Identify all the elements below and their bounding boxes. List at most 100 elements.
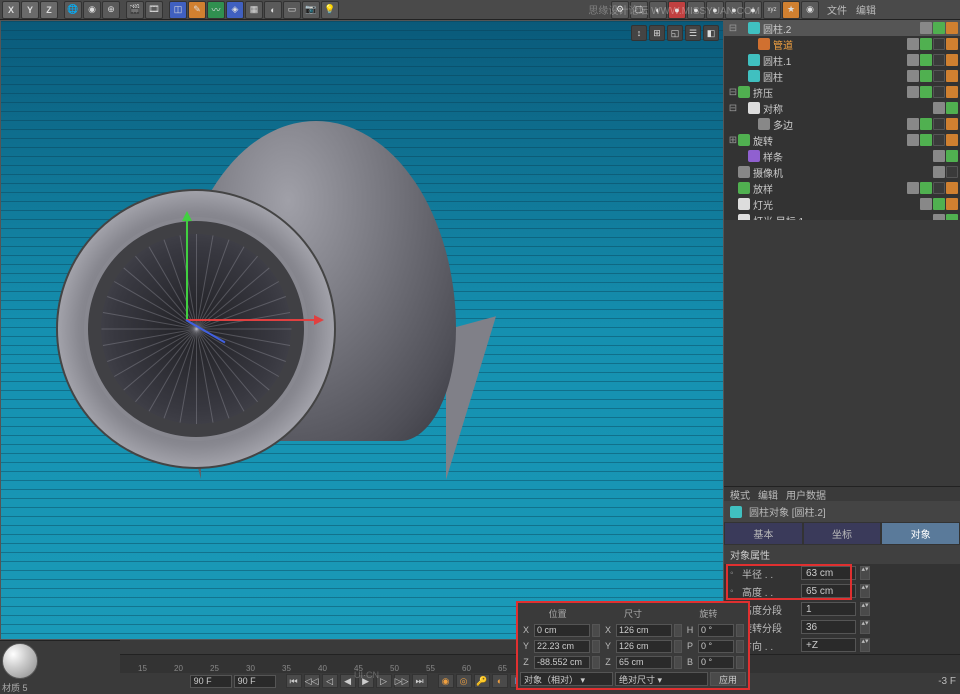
axis-x-button[interactable]: X: [2, 1, 20, 19]
spinner-icon[interactable]: ▴▾: [860, 584, 870, 598]
attr-value-input[interactable]: [801, 620, 856, 634]
obj-row-3[interactable]: 圆柱: [724, 68, 960, 84]
tag-icon[interactable]: [933, 70, 945, 82]
tag-icon[interactable]: [920, 86, 932, 98]
axis-y-button[interactable]: Y: [21, 1, 39, 19]
attr-value-input[interactable]: [801, 602, 856, 616]
coord-rot-input[interactable]: [698, 624, 734, 637]
obj-name[interactable]: 样条: [763, 149, 933, 164]
attr-mode-menu[interactable]: 模式: [730, 487, 750, 502]
obj-row-6[interactable]: 多边: [724, 116, 960, 132]
coord-rot-input[interactable]: [698, 656, 734, 669]
coord-pos-input[interactable]: [534, 624, 590, 637]
tl-rec1-icon[interactable]: ◉: [438, 674, 454, 688]
attr-value-input[interactable]: [801, 584, 856, 598]
tag-icon[interactable]: [946, 38, 958, 50]
attr-edit-menu[interactable]: 编辑: [758, 487, 778, 502]
tag-icon[interactable]: [920, 38, 932, 50]
coord-rot-input[interactable]: [698, 640, 734, 653]
tag-icon[interactable]: [946, 134, 958, 146]
expand-icon[interactable]: ⊞: [728, 135, 738, 146]
spinner-icon[interactable]: [592, 656, 600, 669]
magnet-icon[interactable]: ★: [782, 1, 800, 19]
ground-icon[interactable]: ▭: [283, 1, 301, 19]
vp-rotate-icon[interactable]: ◱: [667, 25, 683, 41]
coord-mode-select[interactable]: 对象（相对） ▾: [520, 672, 613, 686]
tag-icon[interactable]: [946, 150, 958, 162]
spinner-icon[interactable]: [736, 656, 744, 669]
tag-icon[interactable]: [920, 54, 932, 66]
deformer-icon[interactable]: ◐: [264, 1, 282, 19]
tag-icon[interactable]: [920, 70, 932, 82]
obj-name[interactable]: 灯光.目标.1: [753, 213, 933, 221]
vp-zoom-icon[interactable]: ⊞: [649, 25, 665, 41]
camera-icon[interactable]: 📷: [302, 1, 320, 19]
tag-icon[interactable]: [920, 22, 932, 34]
tl-auto-icon[interactable]: ◐: [492, 674, 508, 688]
tag-icon[interactable]: [933, 166, 945, 178]
tag-icon[interactable]: [907, 70, 919, 82]
file-menu[interactable]: 文件: [827, 2, 847, 17]
obj-name[interactable]: 旋转: [753, 133, 907, 148]
attr-value-input[interactable]: [801, 638, 856, 652]
obj-row-5[interactable]: ⊟对称: [724, 100, 960, 116]
axis-z-button[interactable]: Z: [40, 1, 58, 19]
coord-size-select[interactable]: 绝对尺寸 ▾: [615, 672, 708, 686]
tag-icon[interactable]: [946, 182, 958, 194]
expand-icon[interactable]: ⊟: [728, 23, 738, 34]
sphere-icon[interactable]: ◉: [83, 1, 101, 19]
spinner-icon[interactable]: [736, 640, 744, 653]
spinner-icon[interactable]: [592, 640, 600, 653]
coord-pos-input[interactable]: [534, 656, 590, 669]
tag-icon[interactable]: [946, 198, 958, 210]
tag-icon[interactable]: [933, 102, 945, 114]
tag-icon[interactable]: [920, 182, 932, 194]
tag-icon[interactable]: [933, 198, 945, 210]
obj-name[interactable]: 挤压: [753, 85, 907, 100]
globe-icon[interactable]: 🌐: [64, 1, 82, 19]
spinner-icon[interactable]: [674, 640, 682, 653]
spline-icon[interactable]: 〰: [207, 1, 225, 19]
obj-row-0[interactable]: ⊟圆柱.2: [724, 20, 960, 36]
obj-row-4[interactable]: ⊟ 挤压: [724, 84, 960, 100]
target-icon[interactable]: ⊕: [102, 1, 120, 19]
material-preview[interactable]: [2, 643, 38, 679]
obj-row-9[interactable]: 摄像机: [724, 164, 960, 180]
tag-icon[interactable]: [946, 166, 958, 178]
brush-icon[interactable]: ✎: [188, 1, 206, 19]
vp-pan-icon[interactable]: ↕: [631, 25, 647, 41]
tag-icon[interactable]: [946, 102, 958, 114]
obj-row-2[interactable]: 圆柱.1: [724, 52, 960, 68]
obj-name[interactable]: 圆柱.1: [763, 53, 907, 68]
tag-icon[interactable]: [933, 22, 945, 34]
film-icon[interactable]: 🎞: [145, 1, 163, 19]
tag-icon[interactable]: [933, 118, 945, 130]
tl-first-icon[interactable]: ⏮: [286, 674, 302, 688]
tag-icon[interactable]: [933, 150, 945, 162]
clapper-icon[interactable]: 🎬: [126, 1, 144, 19]
tag-icon[interactable]: [907, 86, 919, 98]
tl-key-icon[interactable]: 🔑: [474, 674, 490, 688]
obj-row-12[interactable]: 灯光.目标.1: [724, 212, 960, 220]
coord-size-input[interactable]: [616, 624, 672, 637]
spinner-icon[interactable]: [674, 656, 682, 669]
tag-icon[interactable]: [907, 182, 919, 194]
spinner-icon[interactable]: ▴▾: [860, 638, 870, 652]
object-manager[interactable]: ⊟圆柱.2管道圆柱.1圆柱⊟挤压⊟对称多边⊞旋转样条摄像机放样灯光灯光.目标.1…: [724, 20, 960, 220]
array-icon[interactable]: ▦: [245, 1, 263, 19]
tag-icon[interactable]: [933, 182, 945, 194]
end-icon[interactable]: ◉: [801, 1, 819, 19]
tl-last-icon[interactable]: ⏭: [412, 674, 428, 688]
obj-row-11[interactable]: 灯光: [724, 196, 960, 212]
tl-end-out[interactable]: [234, 675, 276, 688]
attr-tab-coord[interactable]: 坐标: [803, 522, 882, 545]
spinner-icon[interactable]: ▴▾: [860, 602, 870, 616]
vp-layout-icon[interactable]: ☰: [685, 25, 701, 41]
tag-icon[interactable]: [920, 118, 932, 130]
obj-row-10[interactable]: 放样: [724, 180, 960, 196]
coord-size-input[interactable]: [616, 640, 672, 653]
tag-icon[interactable]: [933, 86, 945, 98]
tag-icon[interactable]: [907, 38, 919, 50]
tl-rec2-icon[interactable]: ◎: [456, 674, 472, 688]
expand-icon[interactable]: ⊟: [728, 87, 738, 98]
